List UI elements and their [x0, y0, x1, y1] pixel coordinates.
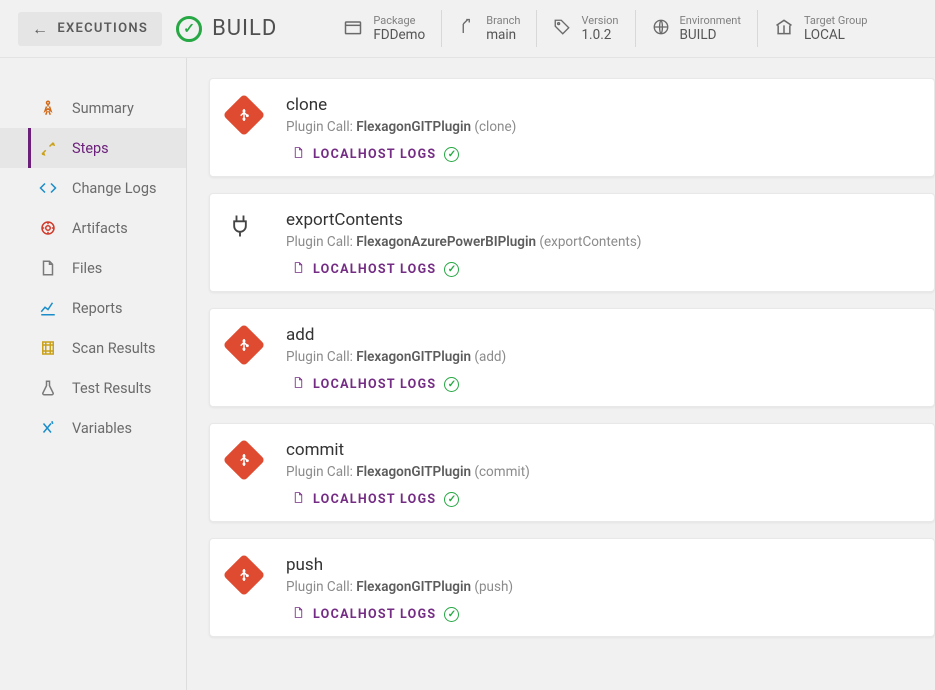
sidebar-item-variables[interactable]: Variables — [0, 408, 186, 448]
step-title: exportContents — [286, 210, 918, 230]
git-icon — [226, 97, 262, 133]
sidebar-item-label: Summary — [72, 100, 134, 117]
step-title: add — [286, 325, 918, 345]
flask-icon — [38, 379, 58, 397]
plugin-call-line: Plugin Call: FlexagonGITPlugin (push) — [286, 579, 918, 595]
document-icon — [292, 490, 305, 509]
sidebar-item-label: Artifacts — [72, 220, 128, 237]
summary-icon — [38, 99, 58, 117]
file-icon — [38, 259, 58, 277]
step-title: commit — [286, 440, 918, 460]
sidebar-item-label: Files — [72, 260, 102, 277]
logs-link[interactable]: LOCALHOST LOGS ✓ — [292, 145, 918, 164]
step-card[interactable]: commit Plugin Call: FlexagonGITPlugin (c… — [209, 423, 935, 522]
sidebar-item-artifacts[interactable]: Artifacts — [0, 208, 186, 248]
document-icon — [292, 375, 305, 394]
plugin-call-line: Plugin Call: FlexagonGITPlugin (commit) — [286, 464, 918, 480]
meta-package-value: FDDemo — [373, 27, 425, 43]
sidebar-item-label: Reports — [72, 300, 123, 317]
success-check-icon: ✓ — [176, 16, 202, 42]
sidebar-item-label: Test Results — [72, 380, 151, 397]
sidebar-item-label: Steps — [72, 140, 109, 157]
step-card[interactable]: exportContents Plugin Call: FlexagonAzur… — [209, 193, 935, 292]
package-icon — [343, 17, 363, 41]
sidebar: Summary Steps Change Logs Artifacts File… — [0, 58, 186, 690]
build-label: BUILD — [212, 16, 277, 41]
meta-version-label: Version — [581, 14, 618, 27]
sidebar-item-reports[interactable]: Reports — [0, 288, 186, 328]
tag-icon — [553, 18, 571, 40]
scan-icon — [38, 339, 58, 357]
logs-label: LOCALHOST LOGS — [313, 377, 436, 392]
git-icon — [226, 557, 262, 593]
executions-label: EXECUTIONS — [57, 21, 148, 36]
step-title: push — [286, 555, 918, 575]
sidebar-item-changelogs[interactable]: Change Logs — [0, 168, 186, 208]
sidebar-item-label: Scan Results — [72, 340, 156, 357]
variable-icon — [38, 419, 58, 437]
globe-icon — [652, 18, 670, 40]
sidebar-item-test-results[interactable]: Test Results — [0, 368, 186, 408]
sidebar-item-label: Change Logs — [72, 180, 156, 197]
meta-package[interactable]: Package FDDemo — [327, 10, 441, 47]
meta-environment[interactable]: Environment BUILD — [635, 10, 757, 47]
meta-environment-value: BUILD — [680, 27, 741, 43]
meta-version[interactable]: Version 1.0.2 — [536, 10, 634, 47]
document-icon — [292, 260, 305, 279]
meta-branch-value: main — [486, 27, 520, 43]
success-mini-icon: ✓ — [444, 147, 459, 162]
build-status: ✓ BUILD — [176, 16, 277, 42]
success-mini-icon: ✓ — [444, 377, 459, 392]
success-mini-icon: ✓ — [444, 607, 459, 622]
plugin-icon — [226, 212, 262, 248]
logs-link[interactable]: LOCALHOST LOGS ✓ — [292, 375, 918, 394]
step-card[interactable]: add Plugin Call: FlexagonGITPlugin (add)… — [209, 308, 935, 407]
logs-label: LOCALHOST LOGS — [313, 607, 436, 622]
sidebar-item-scan-results[interactable]: Scan Results — [0, 328, 186, 368]
plugin-call-line: Plugin Call: FlexagonGITPlugin (add) — [286, 349, 918, 365]
step-card[interactable]: clone Plugin Call: FlexagonGITPlugin (cl… — [209, 78, 935, 177]
header-bar: ← EXECUTIONS ✓ BUILD Package FDDemo Bran… — [0, 0, 935, 58]
meta-branch[interactable]: Branch main — [441, 10, 536, 47]
step-title: clone — [286, 95, 918, 115]
meta-target-group[interactable]: Target Group LOCAL — [757, 10, 884, 47]
git-icon — [226, 327, 262, 363]
sidebar-item-summary[interactable]: Summary — [0, 88, 186, 128]
plugin-call-line: Plugin Call: FlexagonGITPlugin (clone) — [286, 119, 918, 135]
logs-link[interactable]: LOCALHOST LOGS ✓ — [292, 605, 918, 624]
logs-label: LOCALHOST LOGS — [313, 147, 436, 162]
sidebar-item-files[interactable]: Files — [0, 248, 186, 288]
logs-link[interactable]: LOCALHOST LOGS ✓ — [292, 490, 918, 509]
meta-target-group-value: LOCAL — [804, 27, 868, 43]
header-meta-group: Package FDDemo Branch main Version 1.0.2 — [327, 10, 883, 47]
meta-environment-label: Environment — [680, 14, 741, 27]
plugin-call-line: Plugin Call: FlexagonAzurePowerBIPlugin … — [286, 234, 918, 250]
document-icon — [292, 145, 305, 164]
step-card[interactable]: push Plugin Call: FlexagonGITPlugin (pus… — [209, 538, 935, 637]
success-mini-icon: ✓ — [444, 492, 459, 507]
back-arrow-icon: ← — [32, 21, 49, 37]
sidebar-item-steps[interactable]: Steps — [0, 128, 186, 168]
artifacts-icon — [38, 219, 58, 237]
git-icon — [226, 442, 262, 478]
branch-icon — [458, 18, 476, 40]
meta-version-value: 1.0.2 — [581, 27, 618, 43]
document-icon — [292, 605, 305, 624]
logs-label: LOCALHOST LOGS — [313, 262, 436, 277]
meta-package-label: Package — [373, 14, 425, 27]
target-group-icon — [774, 17, 794, 41]
sidebar-item-label: Variables — [72, 420, 132, 437]
meta-target-group-label: Target Group — [804, 14, 868, 27]
meta-branch-label: Branch — [486, 14, 520, 27]
back-to-executions-button[interactable]: ← EXECUTIONS — [18, 12, 162, 46]
code-icon — [38, 179, 58, 197]
logs-label: LOCALHOST LOGS — [313, 492, 436, 507]
steps-panel: clone Plugin Call: FlexagonGITPlugin (cl… — [186, 58, 935, 690]
steps-icon — [38, 139, 58, 157]
success-mini-icon: ✓ — [444, 262, 459, 277]
logs-link[interactable]: LOCALHOST LOGS ✓ — [292, 260, 918, 279]
chart-icon — [38, 299, 58, 317]
